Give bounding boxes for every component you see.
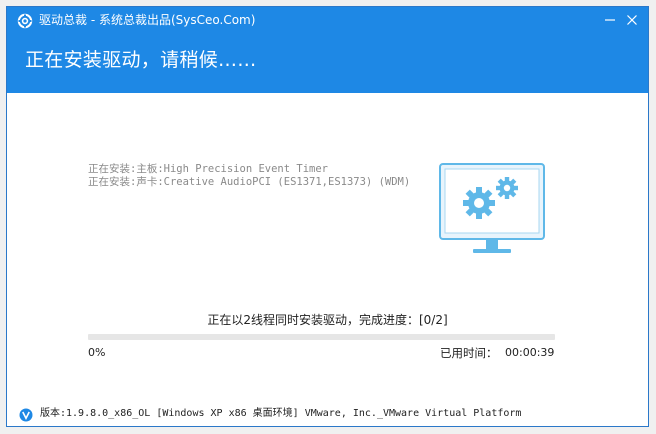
install-log-line: 正在安装:声卡:Creative AudioPCI (ES1371,ES1373… <box>88 176 411 188</box>
monitor-gears-icon <box>439 163 545 257</box>
progress-bar <box>88 334 555 340</box>
install-log: 正在安装:主板:High Precision Event Timer 正在安装:… <box>88 163 410 189</box>
install-log-line: 正在安装:主板:High Precision Event Timer <box>88 163 329 175</box>
minimize-icon <box>605 19 615 21</box>
title-bar[interactable]: 驱动总裁 - 系统总裁出品(SysCeo.Com) <box>7 7 648 35</box>
progress-status: 正在以2线程同时安装驱动，完成进度：[0/2] <box>207 313 448 327</box>
window-title: 驱动总裁 - 系统总裁出品(SysCeo.Com) <box>39 13 256 27</box>
progress-percent: 0% <box>88 346 106 359</box>
header-banner: 驱动总裁 - 系统总裁出品(SysCeo.Com) 正在安装驱动，请稍候…… <box>7 7 648 93</box>
version-info: 版本:1.9.8.0_x86_OL [Windows XP x86 桌面环境] … <box>40 408 522 419</box>
elapsed-time-value: 00:00:39 <box>505 346 555 359</box>
page-heading: 正在安装驱动，请稍候…… <box>25 49 257 71</box>
close-button[interactable] <box>622 10 642 30</box>
minimize-button[interactable] <box>600 10 620 30</box>
app-logo-icon <box>17 13 33 29</box>
version-badge-icon <box>19 407 33 422</box>
elapsed-time-label: 已用时间： <box>440 346 498 360</box>
installer-window: 驱动总裁 - 系统总裁出品(SysCeo.Com) 正在安装驱动，请稍候…… 正… <box>6 6 649 427</box>
close-icon <box>627 15 637 25</box>
